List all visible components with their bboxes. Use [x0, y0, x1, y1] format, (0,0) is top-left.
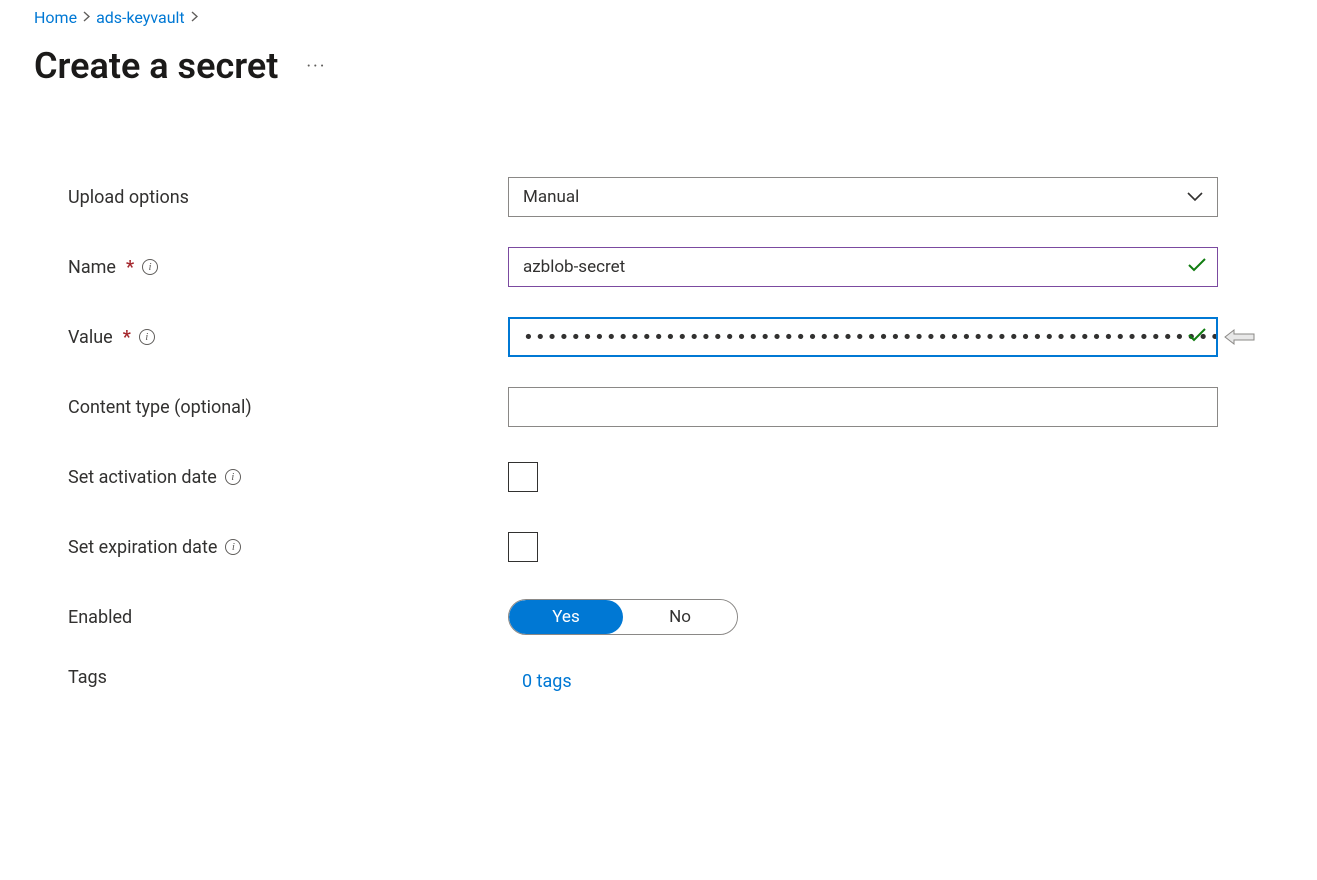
enabled-toggle[interactable]: Yes No [508, 599, 738, 635]
expiration-date-label: Set expiration date [68, 537, 217, 558]
value-mask: ••••••••••••••••••••••••••••••••••••••••… [523, 327, 1218, 348]
info-icon[interactable]: i [225, 539, 241, 555]
content-type-label: Content type (optional) [68, 397, 252, 418]
value-label: Value [68, 327, 113, 348]
chevron-right-icon [83, 10, 90, 26]
required-indicator: * [126, 257, 134, 278]
value-input[interactable]: ••••••••••••••••••••••••••••••••••••••••… [508, 317, 1218, 357]
breadcrumb-home[interactable]: Home [34, 8, 77, 27]
tags-link[interactable]: 0 tags [508, 671, 572, 692]
enabled-no-option[interactable]: No [623, 600, 737, 634]
create-secret-form: Upload options Manual Name * i Value [34, 177, 1234, 707]
activation-date-checkbox[interactable] [508, 462, 538, 492]
tags-label: Tags [68, 667, 107, 688]
upload-options-value: Manual [523, 187, 579, 207]
page-title: Create a secret [34, 45, 278, 87]
upload-options-select[interactable]: Manual [508, 177, 1218, 217]
info-icon[interactable]: i [225, 469, 241, 485]
info-icon[interactable]: i [139, 329, 155, 345]
info-icon[interactable]: i [142, 259, 158, 275]
expiration-date-checkbox[interactable] [508, 532, 538, 562]
breadcrumb-keyvault[interactable]: ads-keyvault [96, 8, 185, 27]
chevron-right-icon [191, 10, 198, 26]
enabled-label: Enabled [68, 607, 132, 628]
arrow-left-callout-icon [1224, 327, 1256, 347]
chevron-down-icon [1187, 187, 1203, 207]
more-actions-button[interactable]: ··· [306, 56, 326, 77]
activation-date-label: Set activation date [68, 467, 217, 488]
name-input[interactable] [508, 247, 1218, 287]
content-type-input[interactable] [508, 387, 1218, 427]
required-indicator: * [123, 327, 131, 348]
breadcrumb: Home ads-keyvault [34, 8, 1317, 27]
name-label: Name [68, 257, 116, 278]
upload-options-label: Upload options [68, 187, 189, 208]
enabled-yes-option[interactable]: Yes [509, 600, 623, 634]
